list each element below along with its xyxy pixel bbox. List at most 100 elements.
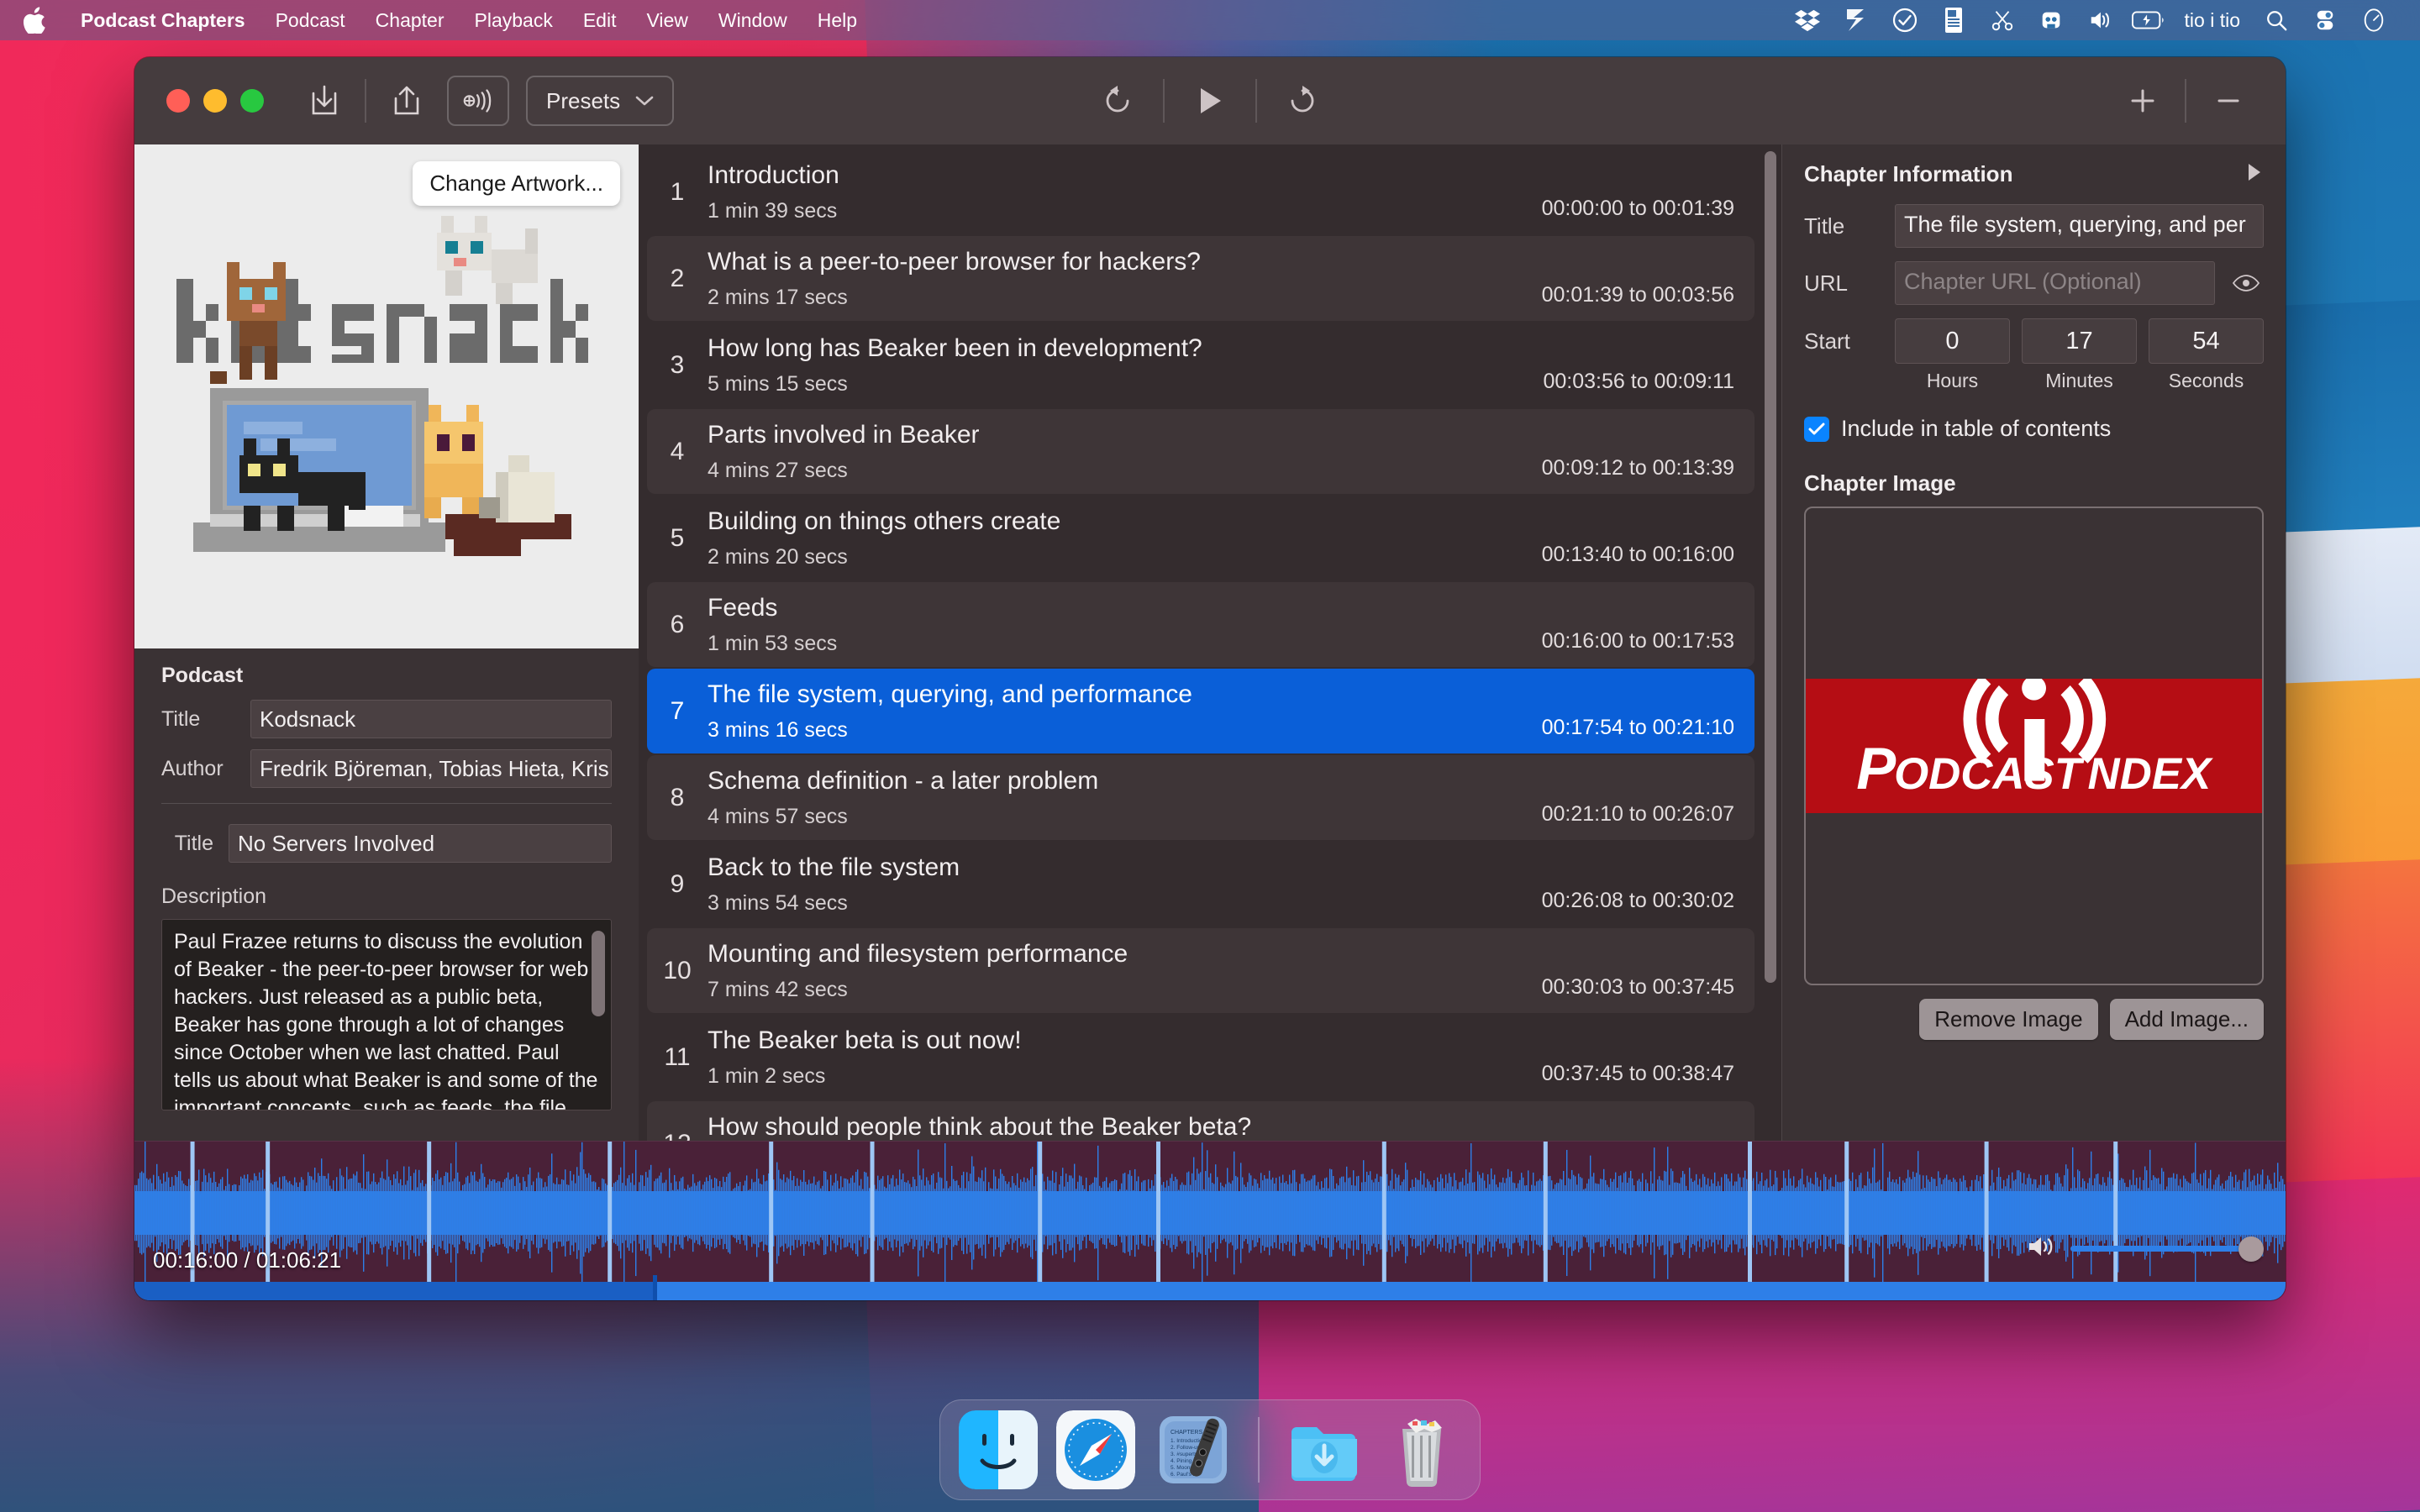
- kodsnack-artwork-image: [134, 144, 639, 648]
- podcast-artwork[interactable]: Change Artwork...: [134, 144, 639, 648]
- chapter-list: 1 Introduction 1 min 39 secs 00:00:00 to 00…: [639, 144, 1760, 1141]
- battery-charging-icon[interactable]: [2124, 0, 2173, 40]
- volume-slider-knob[interactable]: [2238, 1236, 2264, 1262]
- chapter-title-input[interactable]: The file system, querying, and per: [1895, 204, 2264, 248]
- add-image-button[interactable]: Add Image...: [2109, 999, 2264, 1040]
- siri-icon[interactable]: [2349, 0, 2398, 40]
- svg-text:ODCAST: ODCAST: [1894, 749, 2085, 799]
- include-in-toc-checkbox[interactable]: [1804, 416, 1829, 442]
- volume-control[interactable]: [2027, 1234, 2264, 1263]
- zoom-window-button[interactable]: [240, 89, 264, 113]
- chapter-information-header: Chapter Information: [1804, 161, 2264, 187]
- eye-icon[interactable]: [2228, 274, 2264, 292]
- volume-slider-track[interactable]: [2070, 1236, 2264, 1262]
- skip-forward-icon[interactable]: [1279, 77, 1326, 124]
- trash-dock-icon[interactable]: [1382, 1410, 1461, 1489]
- remove-image-button[interactable]: Remove Image: [1919, 999, 2098, 1040]
- timemachine-icon[interactable]: [2027, 0, 2075, 40]
- search-icon[interactable]: [2252, 0, 2301, 40]
- include-in-toc-row[interactable]: Include in table of contents: [1804, 416, 2264, 442]
- menu-item-edit[interactable]: Edit: [568, 0, 632, 40]
- menu-item-podcast-chapters[interactable]: Podcast Chapters: [66, 0, 260, 40]
- podcast-author-input[interactable]: Fredrik Björeman, Tobias Hieta, Kris: [250, 749, 612, 788]
- chapter-row[interactable]: 9 Back to the file system 3 mins 54 secs 00…: [647, 842, 1754, 927]
- chapter-number: 10: [663, 956, 692, 984]
- presets-dropdown[interactable]: Presets: [526, 76, 675, 126]
- remove-chapter-button[interactable]: [2205, 77, 2252, 124]
- chapter-title: Building on things others create: [708, 507, 1061, 535]
- chapter-row[interactable]: 7 The file system, querying, and performa…: [647, 669, 1754, 753]
- playback-controls: [1094, 77, 1326, 124]
- speaker-wave-icon[interactable]: [2027, 1234, 2055, 1263]
- add-chapter-button[interactable]: [2119, 77, 2166, 124]
- chapter-duration: 4 mins 57 secs: [708, 804, 848, 828]
- menu-item-chapter[interactable]: Chapter: [360, 0, 460, 40]
- podcast-author-row: Author Fredrik Björeman, Tobias Hieta, K…: [161, 749, 612, 788]
- chapter-row[interactable]: 11 The Beaker beta is out now! 1 min 2 sec…: [647, 1015, 1754, 1100]
- minimize-window-button[interactable]: [203, 89, 227, 113]
- episode-title-input[interactable]: No Servers Involved: [229, 824, 612, 863]
- disclosure-triangle-icon[interactable]: [2245, 161, 2264, 187]
- scissors-icon[interactable]: [1978, 0, 2027, 40]
- apple-logo-icon[interactable]: [22, 6, 47, 34]
- share-icon[interactable]: [383, 77, 430, 124]
- podcast-chapters-icon[interactable]: [447, 76, 509, 126]
- chapter-row[interactable]: 3 How long has Beaker been in development…: [647, 323, 1754, 407]
- skip-backward-icon[interactable]: [1094, 77, 1141, 124]
- chapter-row[interactable]: 5 Building on things others create 2 mins …: [647, 496, 1754, 580]
- chapter-row[interactable]: 2 What is a peer-to-peer browser for hack…: [647, 236, 1754, 321]
- chapter-time-range: 00:37:45 to 00:38:47: [1541, 1062, 1734, 1085]
- playback-progress-bar[interactable]: [134, 1275, 2286, 1300]
- close-window-button[interactable]: [166, 89, 190, 113]
- window-controls: [134, 89, 264, 113]
- start-minutes-field: 17 Minutes: [2022, 318, 2137, 392]
- chapter-url-input[interactable]: Chapter URL (Optional): [1895, 261, 2215, 305]
- chapter-list-scrollbar-thumb[interactable]: [1765, 151, 1776, 983]
- control-center-icon[interactable]: [2301, 0, 2349, 40]
- chapter-duration: 4 mins 27 secs: [708, 458, 848, 482]
- chapter-list-scrollbar-track[interactable]: [1760, 144, 1781, 1141]
- notes-app-icon[interactable]: [1929, 0, 1978, 40]
- start-hours-input[interactable]: 0: [1895, 318, 2010, 364]
- chapter-image-well[interactable]: P ODCAST NDEX: [1804, 507, 2264, 985]
- chapter-duration: 3 mins 54 secs: [708, 890, 848, 915]
- change-artwork-button[interactable]: Change Artwork...: [413, 161, 620, 206]
- menu-item-playback[interactable]: Playback: [460, 0, 568, 40]
- menu-bar-user-label[interactable]: tio i tio: [2173, 9, 2252, 32]
- chapter-row[interactable]: 12How should people think about the Beak…: [647, 1101, 1754, 1141]
- finder-dock-icon[interactable]: [959, 1410, 1038, 1489]
- start-seconds-input[interactable]: 54: [2149, 318, 2264, 364]
- import-icon[interactable]: [301, 77, 348, 124]
- audio-waveform[interactable]: 00:16:00 / 01:06:21: [134, 1141, 2286, 1300]
- volume-icon[interactable]: [2075, 0, 2124, 40]
- chapter-row[interactable]: 1 Introduction 1 min 39 secs 00:00:00 to 00…: [647, 150, 1754, 234]
- chapter-title: What is a peer-to-peer browser for hacke…: [708, 247, 1201, 276]
- playback-progress-handle[interactable]: [652, 1275, 657, 1300]
- play-icon[interactable]: [1186, 77, 1234, 124]
- podcast-title-input[interactable]: Kodsnack: [250, 700, 612, 738]
- checkmark-circle-icon[interactable]: [1881, 0, 1929, 40]
- svg-text:P: P: [1856, 735, 1897, 801]
- chapter-row[interactable]: 10 Mounting and filesystem performance 7 m…: [647, 928, 1754, 1013]
- chapter-row[interactable]: 4 Parts involved in Beaker 4 mins 27 secs 0…: [647, 409, 1754, 494]
- zoom-logo-icon[interactable]: [1832, 0, 1881, 40]
- safari-dock-icon[interactable]: [1056, 1410, 1135, 1489]
- description-scrollbar[interactable]: [592, 931, 605, 1016]
- chapter-main: Introduction 1 min 39 secs: [708, 150, 1542, 234]
- downloads-folder-dock-icon[interactable]: [1285, 1410, 1364, 1489]
- svg-text:NDEX: NDEX: [2088, 749, 2213, 799]
- start-minutes-input[interactable]: 17: [2022, 318, 2137, 364]
- chapter-title-row: Title The file system, querying, and per: [1804, 204, 2264, 248]
- description-textarea[interactable]: Paul Frazee returns to discuss the evolu…: [161, 919, 612, 1110]
- podcast-chapters-dock-icon[interactable]: CHAPTERS 1. Introduction 2. Follow-up 3. #s…: [1154, 1410, 1233, 1489]
- podcast-title-label: Title: [161, 706, 201, 731]
- menu-item-window[interactable]: Window: [703, 0, 802, 40]
- start-hours-caption: Hours: [1926, 370, 1979, 391]
- menu-item-help[interactable]: Help: [802, 0, 872, 40]
- dropbox-icon[interactable]: [1783, 0, 1832, 40]
- chapter-row[interactable]: 8 Schema definition - a later problem 4 mi…: [647, 755, 1754, 840]
- menu-item-view[interactable]: View: [631, 0, 702, 40]
- chapter-row[interactable]: 6 Feeds 1 min 53 secs 00:16:00 to 00:17:53: [647, 582, 1754, 667]
- toolbar-divider-1: [365, 79, 366, 123]
- menu-item-podcast[interactable]: Podcast: [260, 0, 360, 40]
